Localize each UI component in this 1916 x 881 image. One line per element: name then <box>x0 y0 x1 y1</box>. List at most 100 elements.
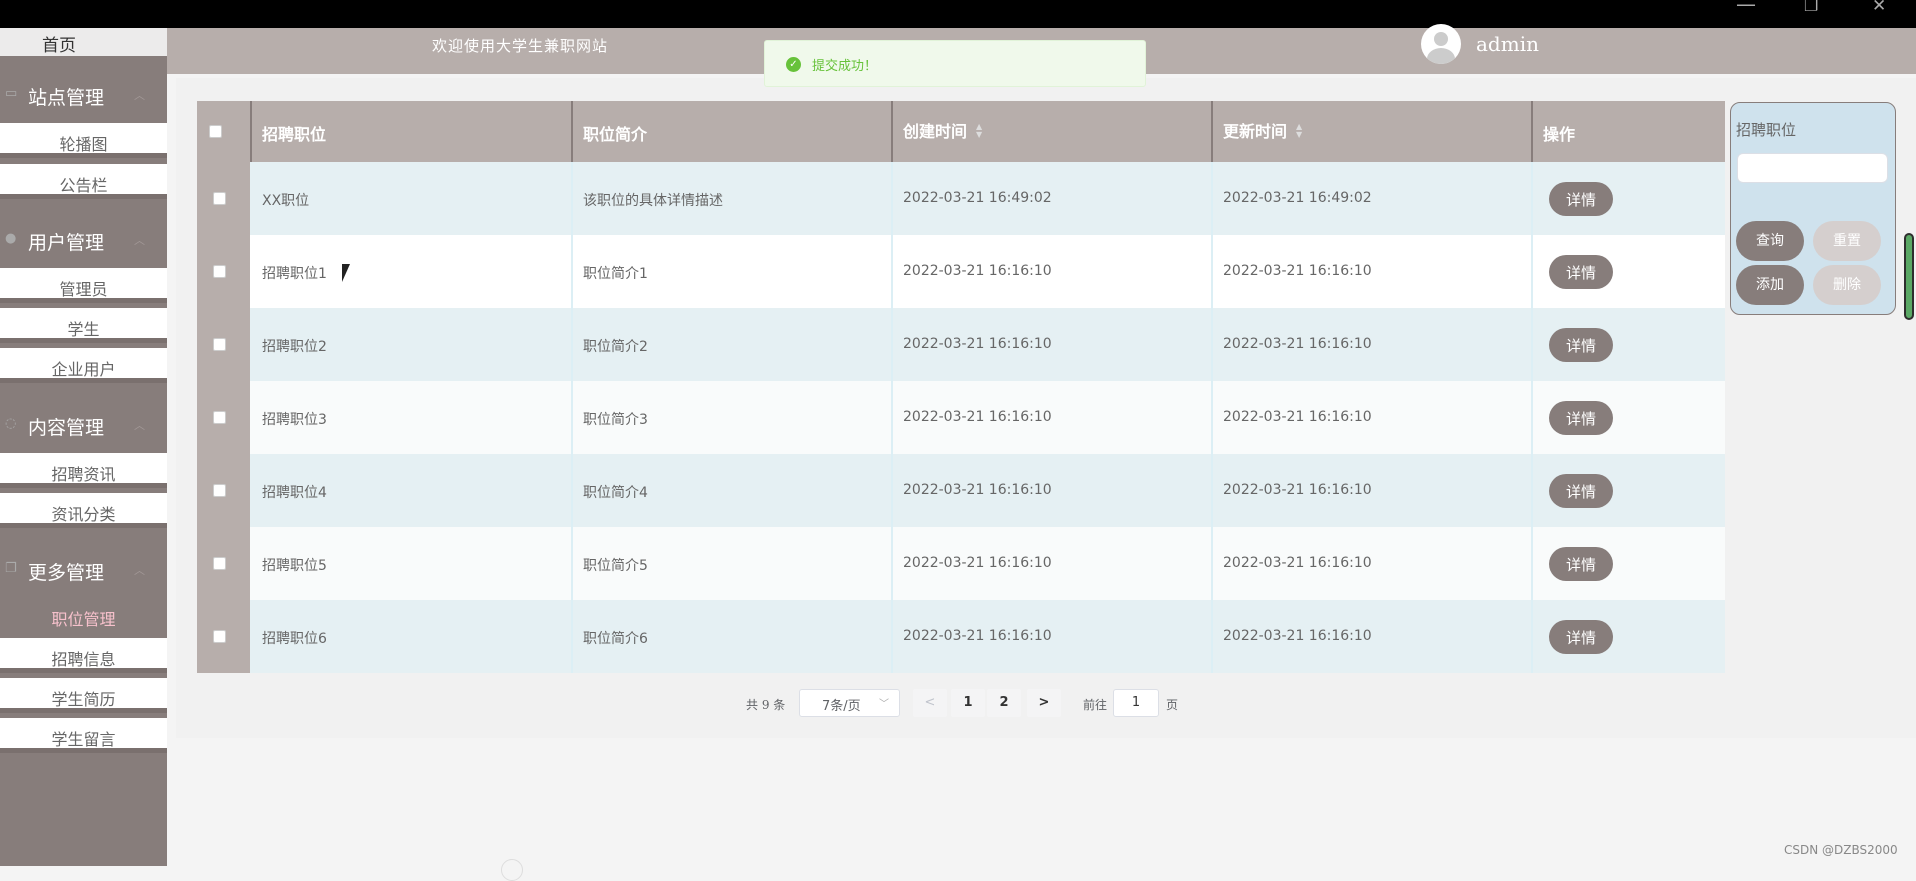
goto-label: 前往 <box>1083 698 1108 712</box>
detail-button[interactable]: 详情 <box>1549 547 1613 581</box>
sidebar-group-site[interactable]: ▭ 站点管理 ︿ <box>0 70 167 122</box>
avatar[interactable] <box>1421 24 1461 64</box>
sidebar-item-company-user[interactable]: 企业用户 <box>0 348 167 383</box>
cell-action: 详情 <box>1533 600 1725 673</box>
sidebar-item-position-manage[interactable]: 职位管理 <box>0 598 167 633</box>
table-row: 招聘职位4 职位简介4 2022-03-21 16:16:10 2022-03-21 … <box>197 454 1725 527</box>
page-suffix: 页 <box>1166 698 1179 712</box>
reset-button[interactable]: 重置 <box>1813 221 1881 261</box>
detail-button[interactable]: 详情 <box>1549 182 1613 216</box>
cell-value: 2022-03-21 16:16:10 <box>1223 628 1372 644</box>
table-row: 招聘职位1 职位简介1 2022-03-21 16:16:10 2022-03-21 … <box>197 235 1725 308</box>
detail-button[interactable]: 详情 <box>1549 401 1613 435</box>
cell-intro: 职位简介1 <box>573 235 893 308</box>
cell-value: 2022-03-21 16:16:10 <box>1223 336 1372 352</box>
chevron-up-icon: ︿ <box>134 234 145 247</box>
next-page-button[interactable]: > <box>1027 689 1061 717</box>
sidebar-item-label: 轮播图 <box>59 135 108 154</box>
sort-icon[interactable]: ▲ ▼ <box>976 123 982 139</box>
cell-updated: 2022-03-21 16:16:10 <box>1213 308 1533 381</box>
cell-updated: 2022-03-21 16:16:10 <box>1213 235 1533 308</box>
mouse-cursor-icon <box>342 264 358 282</box>
sidebar-group-label: 站点管理 <box>28 87 105 109</box>
column-header-title: 招聘职位 <box>252 101 573 162</box>
cell-value: 2022-03-21 16:16:10 <box>903 628 1052 644</box>
detail-button[interactable]: 详情 <box>1549 328 1613 362</box>
column-header-created[interactable]: 创建时间 ▲ ▼ <box>893 101 1213 162</box>
row-checkbox-cell <box>197 454 250 527</box>
row-checkbox[interactable] <box>213 338 226 351</box>
watermark: CSDN @DZBS2000 <box>1784 843 1898 857</box>
column-header-intro: 职位简介 <box>573 101 893 162</box>
detail-button[interactable]: 详情 <box>1549 620 1613 654</box>
sidebar-item-student-resume[interactable]: 学生简历 <box>0 678 167 713</box>
sidebar-group-more[interactable]: ❐ 更多管理 ︿ <box>0 545 167 597</box>
delete-button[interactable]: 删除 <box>1813 265 1881 305</box>
select-all-checkbox[interactable] <box>209 125 222 138</box>
avatar-body <box>1427 48 1455 64</box>
sidebar-group-user[interactable]: ● 用户管理 ︿ <box>0 215 167 267</box>
cell-action: 详情 <box>1533 235 1725 308</box>
cell-created: 2022-03-21 16:16:10 <box>893 454 1213 527</box>
column-header-updated[interactable]: 更新时间 ▲ ▼ <box>1213 101 1533 162</box>
cell-intro: 职位简介2 <box>573 308 893 381</box>
page-button-1[interactable]: 1 <box>951 689 985 717</box>
page-size-select[interactable]: 7条/页 ﹀ <box>799 689 900 717</box>
column-header-label: 操作 <box>1543 125 1576 144</box>
sidebar-item-notice[interactable]: 公告栏 <box>0 164 167 199</box>
close-icon[interactable]: ✕ <box>1872 0 1886 16</box>
scrollbar[interactable] <box>1904 233 1914 320</box>
cell-updated: 2022-03-21 16:16:10 <box>1213 600 1533 673</box>
cell-value: 招聘职位2 <box>262 339 327 355</box>
sidebar-item-label: 管理员 <box>59 280 108 299</box>
sort-icon[interactable]: ▲ ▼ <box>1296 123 1302 139</box>
cell-value: 职位简介3 <box>583 412 648 428</box>
search-panel: 招聘职位 查询 重置 添加 删除 <box>1730 102 1896 315</box>
row-checkbox[interactable] <box>213 630 226 643</box>
add-button[interactable]: 添加 <box>1736 265 1804 305</box>
cell-value: 职位简介2 <box>583 339 648 355</box>
detail-button[interactable]: 详情 <box>1549 255 1613 289</box>
sidebar-group-content[interactable]: ◌ 内容管理 ︿ <box>0 400 167 452</box>
cell-created: 2022-03-21 16:16:10 <box>893 381 1213 454</box>
sidebar-item-recruit-info[interactable]: 招聘信息 <box>0 638 167 673</box>
row-checkbox[interactable] <box>213 557 226 570</box>
sidebar-item-home[interactable]: 首页 <box>0 28 167 56</box>
row-checkbox-cell <box>197 162 250 235</box>
sidebar-item-student[interactable]: 学生 <box>0 308 167 343</box>
search-input[interactable] <box>1737 153 1888 183</box>
page-button-2[interactable]: 2 <box>987 689 1021 717</box>
restore-icon[interactable]: ❐ <box>1804 0 1818 16</box>
cell-title: 招聘职位2 <box>252 308 573 381</box>
row-checkbox[interactable] <box>213 265 226 278</box>
cell-value: 2022-03-21 16:16:10 <box>903 263 1052 279</box>
query-button[interactable]: 查询 <box>1736 221 1804 261</box>
row-checkbox-cell <box>197 527 250 600</box>
cell-value: 2022-03-21 16:16:10 <box>903 336 1052 352</box>
row-checkbox[interactable] <box>213 192 226 205</box>
sidebar-item-recruit-news[interactable]: 招聘资讯 <box>0 453 167 488</box>
cell-title: XX职位 <box>252 162 573 235</box>
sidebar-item-news-category[interactable]: 资讯分类 <box>0 493 167 528</box>
cell-intro: 职位简介3 <box>573 381 893 454</box>
goto-page-input[interactable]: 1 <box>1113 689 1159 717</box>
chevron-up-icon: ︿ <box>134 564 145 577</box>
username[interactable]: admin <box>1476 32 1539 56</box>
sidebar-item-label: 职位管理 <box>51 610 116 629</box>
table-header: 招聘职位 职位简介 创建时间 ▲ ▼ 更新时间 ▲ ▼ 操作 <box>197 101 1725 162</box>
detail-button[interactable]: 详情 <box>1549 474 1613 508</box>
cell-value: 2022-03-21 16:16:10 <box>1223 482 1372 498</box>
row-checkbox-cell <box>197 308 250 381</box>
chevron-down-icon: ﹀ <box>879 699 889 710</box>
row-checkbox[interactable] <box>213 411 226 424</box>
row-checkbox[interactable] <box>213 484 226 497</box>
sidebar-item-admin[interactable]: 管理员 <box>0 268 167 303</box>
sidebar-item-student-message[interactable]: 学生留言 <box>0 718 167 753</box>
cell-intro: 职位简介6 <box>573 600 893 673</box>
sidebar-item-carousel[interactable]: 轮播图 <box>0 123 167 158</box>
sidebar-group-label: 用户管理 <box>28 232 105 254</box>
minimize-icon[interactable]: — <box>1736 0 1756 14</box>
prev-page-button[interactable]: < <box>913 689 947 717</box>
cell-value: 2022-03-21 16:16:10 <box>903 555 1052 571</box>
cell-updated: 2022-03-21 16:16:10 <box>1213 381 1533 454</box>
